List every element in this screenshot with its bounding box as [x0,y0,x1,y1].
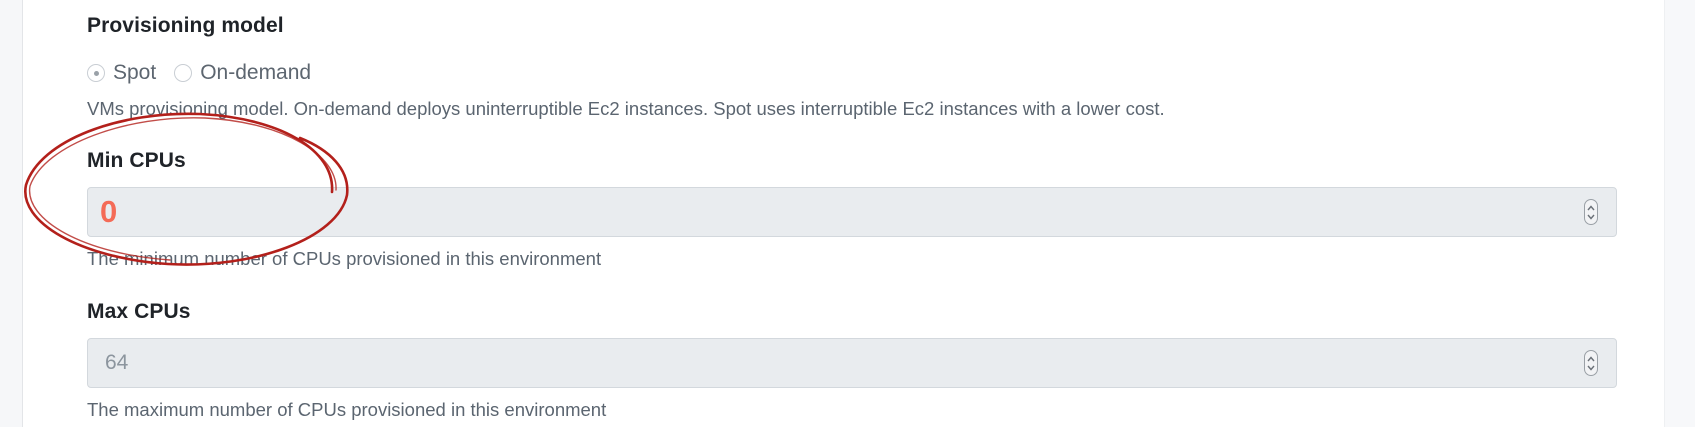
form-content: Provisioning model Spot On-demand VMs pr… [87,0,1619,427]
max-cpus-help-text: The maximum number of CPUs provisioned i… [87,399,607,420]
up-down-chevron-icon[interactable] [1584,350,1598,376]
radio-option-on-demand[interactable]: On-demand [174,61,311,85]
chevron-up-icon[interactable] [1587,355,1595,362]
up-down-chevron-icon[interactable] [1584,199,1598,225]
min-cpus-title: Min CPUs [87,149,186,172]
provisioning-radio-group: Spot On-demand [87,58,311,88]
max-cpus-input[interactable]: 64 [87,338,1617,388]
min-cpus-help-text: The minimum number of CPUs provisioned i… [87,248,602,269]
left-gutter [0,0,23,427]
min-cpus-value[interactable]: 0 [88,194,1584,230]
settings-form-page: Provisioning model Spot On-demand VMs pr… [0,0,1695,427]
min-cpus-input[interactable]: 0 [87,187,1617,237]
radio-unchecked-icon[interactable] [174,64,193,82]
radio-checked-icon[interactable] [87,64,105,82]
chevron-down-icon[interactable] [1587,365,1595,371]
max-cpus-title: Max CPUs [87,300,191,323]
radio-label-on-demand: On-demand [200,61,312,84]
radio-option-spot[interactable]: Spot [87,61,156,85]
chevron-down-icon[interactable] [1587,214,1595,220]
provisioning-help-text: VMs provisioning model. On-demand deploy… [87,98,1165,119]
right-scroll-gutter [1664,0,1695,427]
chevron-up-icon[interactable] [1587,204,1595,211]
radio-label-spot: Spot [113,61,157,84]
max-cpus-value[interactable]: 64 [88,351,1584,375]
provisioning-model-title: Provisioning model [87,14,284,37]
